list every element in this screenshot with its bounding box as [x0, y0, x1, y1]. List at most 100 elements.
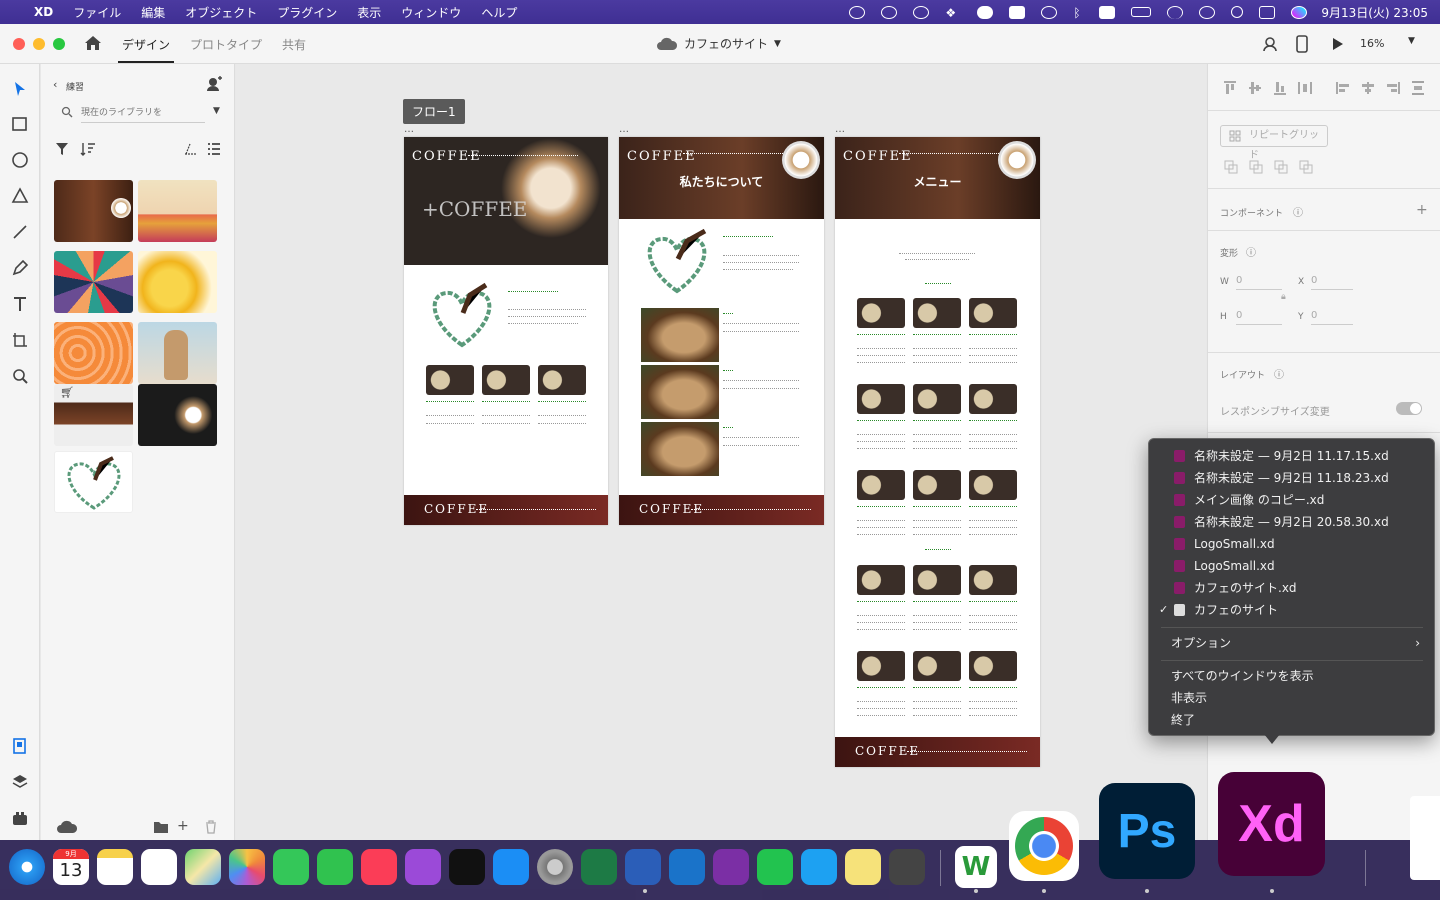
spotlight-icon[interactable] — [1231, 6, 1244, 18]
music-icon[interactable] — [361, 849, 397, 885]
cloud-sync-icon[interactable] — [57, 820, 77, 834]
lock-aspect-icon[interactable]: 🔒︎ — [1281, 292, 1286, 302]
artboard-about[interactable]: COFFEE 私たちについて COFFEE — [619, 137, 824, 525]
align-middle-icon[interactable] — [1247, 80, 1263, 96]
menu-item-recent-file[interactable]: メイン画像 のコピー.xd — [1149, 489, 1434, 511]
menu-file[interactable]: ファイル — [73, 4, 121, 21]
distribute-icon[interactable] — [1297, 80, 1313, 96]
outlook-icon[interactable] — [669, 849, 705, 885]
calculator-icon[interactable] — [889, 849, 925, 885]
status-icon-1[interactable] — [849, 5, 866, 19]
align-bottom-icon[interactable] — [1272, 80, 1288, 96]
document-title[interactable]: カフェのサイト ▼ — [656, 35, 781, 52]
word-status-icon[interactable] — [1009, 5, 1026, 19]
battery-icon[interactable] — [1131, 7, 1152, 17]
zoom-tool-icon[interactable] — [11, 367, 29, 385]
podcasts-icon[interactable] — [405, 849, 441, 885]
input-source-icon[interactable] — [1099, 5, 1116, 19]
layers-icon[interactable] — [11, 773, 29, 791]
siri-icon[interactable] — [1291, 5, 1308, 19]
add-component-icon[interactable]: + — [1416, 202, 1428, 218]
info-icon[interactable]: ⓘ — [1274, 366, 1284, 381]
menu-item-options[interactable]: オプション › — [1149, 632, 1434, 654]
zoom-level[interactable]: 16% — [1360, 37, 1384, 50]
add-asset-icon[interactable]: + — [177, 818, 189, 834]
line-icon[interactable] — [757, 849, 793, 885]
app-store-icon[interactable] — [493, 849, 529, 885]
artboard-2-handle[interactable]: … — [619, 124, 629, 135]
library-asset-fruits[interactable] — [138, 180, 217, 242]
text-view-icon[interactable] — [183, 143, 197, 155]
y-field[interactable]: 0 — [1311, 310, 1353, 325]
messages-icon[interactable] — [273, 849, 309, 885]
align-left-icon[interactable] — [1335, 80, 1351, 96]
stickies-icon[interactable] — [845, 849, 881, 885]
twitter-icon[interactable] — [801, 849, 837, 885]
play-status-icon[interactable] — [1041, 5, 1058, 19]
tab-share[interactable]: 共有 — [282, 36, 306, 53]
library-asset-orange[interactable] — [54, 322, 133, 384]
photoshop-icon[interactable]: Ps — [1099, 783, 1195, 879]
select-tool-icon[interactable] — [11, 80, 29, 98]
calendar-icon[interactable]: 9月 13 — [53, 849, 89, 885]
library-name[interactable]: 練習 — [66, 80, 84, 93]
menu-item-recent-file[interactable]: カフェのサイト.xd — [1149, 577, 1434, 599]
menu-plugin[interactable]: プラグイン — [277, 4, 337, 21]
library-asset-coffee-dark[interactable] — [138, 384, 217, 446]
dropbox-icon[interactable]: ❖ — [945, 6, 961, 20]
library-asset-woman-beach[interactable] — [138, 322, 217, 384]
align-top-icon[interactable] — [1222, 80, 1238, 96]
filter-icon[interactable] — [55, 142, 69, 156]
align-center-icon[interactable] — [1360, 80, 1376, 96]
pen-tool-icon[interactable] — [11, 259, 29, 277]
align-right-icon[interactable] — [1385, 80, 1401, 96]
menu-item-quit[interactable]: 終了 — [1149, 709, 1434, 731]
share-user-icon[interactable] — [1262, 36, 1278, 52]
notes-icon[interactable] — [97, 849, 133, 885]
onenote-icon[interactable] — [713, 849, 749, 885]
library-asset-confetti[interactable] — [54, 251, 133, 313]
bluetooth-icon[interactable]: ᛒ — [1073, 6, 1083, 20]
chrome-icon[interactable] — [1009, 811, 1079, 881]
menu-item-recent-file[interactable]: LogoSmall.xd — [1149, 555, 1434, 577]
minimize-window-button[interactable] — [33, 38, 45, 50]
tab-design[interactable]: デザイン — [122, 36, 170, 53]
menu-item-show-all-windows[interactable]: すべてのウインドウを表示 — [1149, 665, 1434, 687]
home-icon[interactable] — [84, 35, 102, 51]
library-asset-lemonade[interactable] — [138, 251, 217, 313]
folder-icon[interactable] — [153, 820, 169, 834]
zoom-chevron-icon[interactable]: ▼ — [1408, 36, 1415, 46]
list-view-icon[interactable] — [207, 142, 221, 156]
search-scope-chevron-icon[interactable]: ▼ — [213, 106, 220, 116]
xd-icon[interactable]: Xd — [1218, 772, 1325, 876]
menu-view[interactable]: 表示 — [357, 4, 381, 21]
line-tool-icon[interactable] — [11, 223, 29, 241]
menu-item-recent-file[interactable]: LogoSmall.xd — [1149, 533, 1434, 555]
info-icon[interactable]: ⓘ — [1246, 244, 1256, 259]
safari-icon[interactable] — [9, 849, 45, 885]
wps-writer-icon[interactable]: W — [955, 846, 997, 888]
photos-icon[interactable] — [229, 849, 265, 885]
library-asset-heart-wreath[interactable] — [54, 451, 133, 513]
menu-item-hide[interactable]: 非表示 — [1149, 687, 1434, 709]
zoom-window-button[interactable] — [53, 38, 65, 50]
sort-icon[interactable] — [80, 142, 96, 156]
artboard-menu[interactable]: COFFEE メニュー COFFEE — [835, 137, 1040, 767]
control-center-icon[interactable] — [1259, 5, 1276, 19]
distribute-horizontal-icon[interactable] — [1410, 80, 1426, 96]
menu-item-current-window[interactable]: ✓ カフェのサイト — [1149, 599, 1434, 621]
excel-icon[interactable] — [581, 849, 617, 885]
facetime-icon[interactable] — [317, 849, 353, 885]
word-icon[interactable] — [625, 849, 661, 885]
system-preferences-icon[interactable] — [537, 849, 573, 885]
menu-edit[interactable]: 編集 — [141, 4, 165, 21]
menu-help[interactable]: ヘルプ — [481, 4, 517, 21]
width-field[interactable]: 0 — [1236, 275, 1282, 290]
user-icon[interactable] — [1199, 5, 1216, 19]
library-asset-wood-coffee[interactable] — [54, 180, 133, 242]
boolean-add-icon[interactable] — [1224, 160, 1238, 174]
info-icon[interactable]: ⓘ — [1293, 204, 1303, 219]
menu-object[interactable]: オブジェクト — [185, 4, 257, 21]
boolean-exclude-icon[interactable] — [1299, 160, 1313, 174]
design-canvas[interactable]: フロー1 … … … COFFEE +COFFEE COFFEE COFFEE — [236, 64, 1206, 840]
